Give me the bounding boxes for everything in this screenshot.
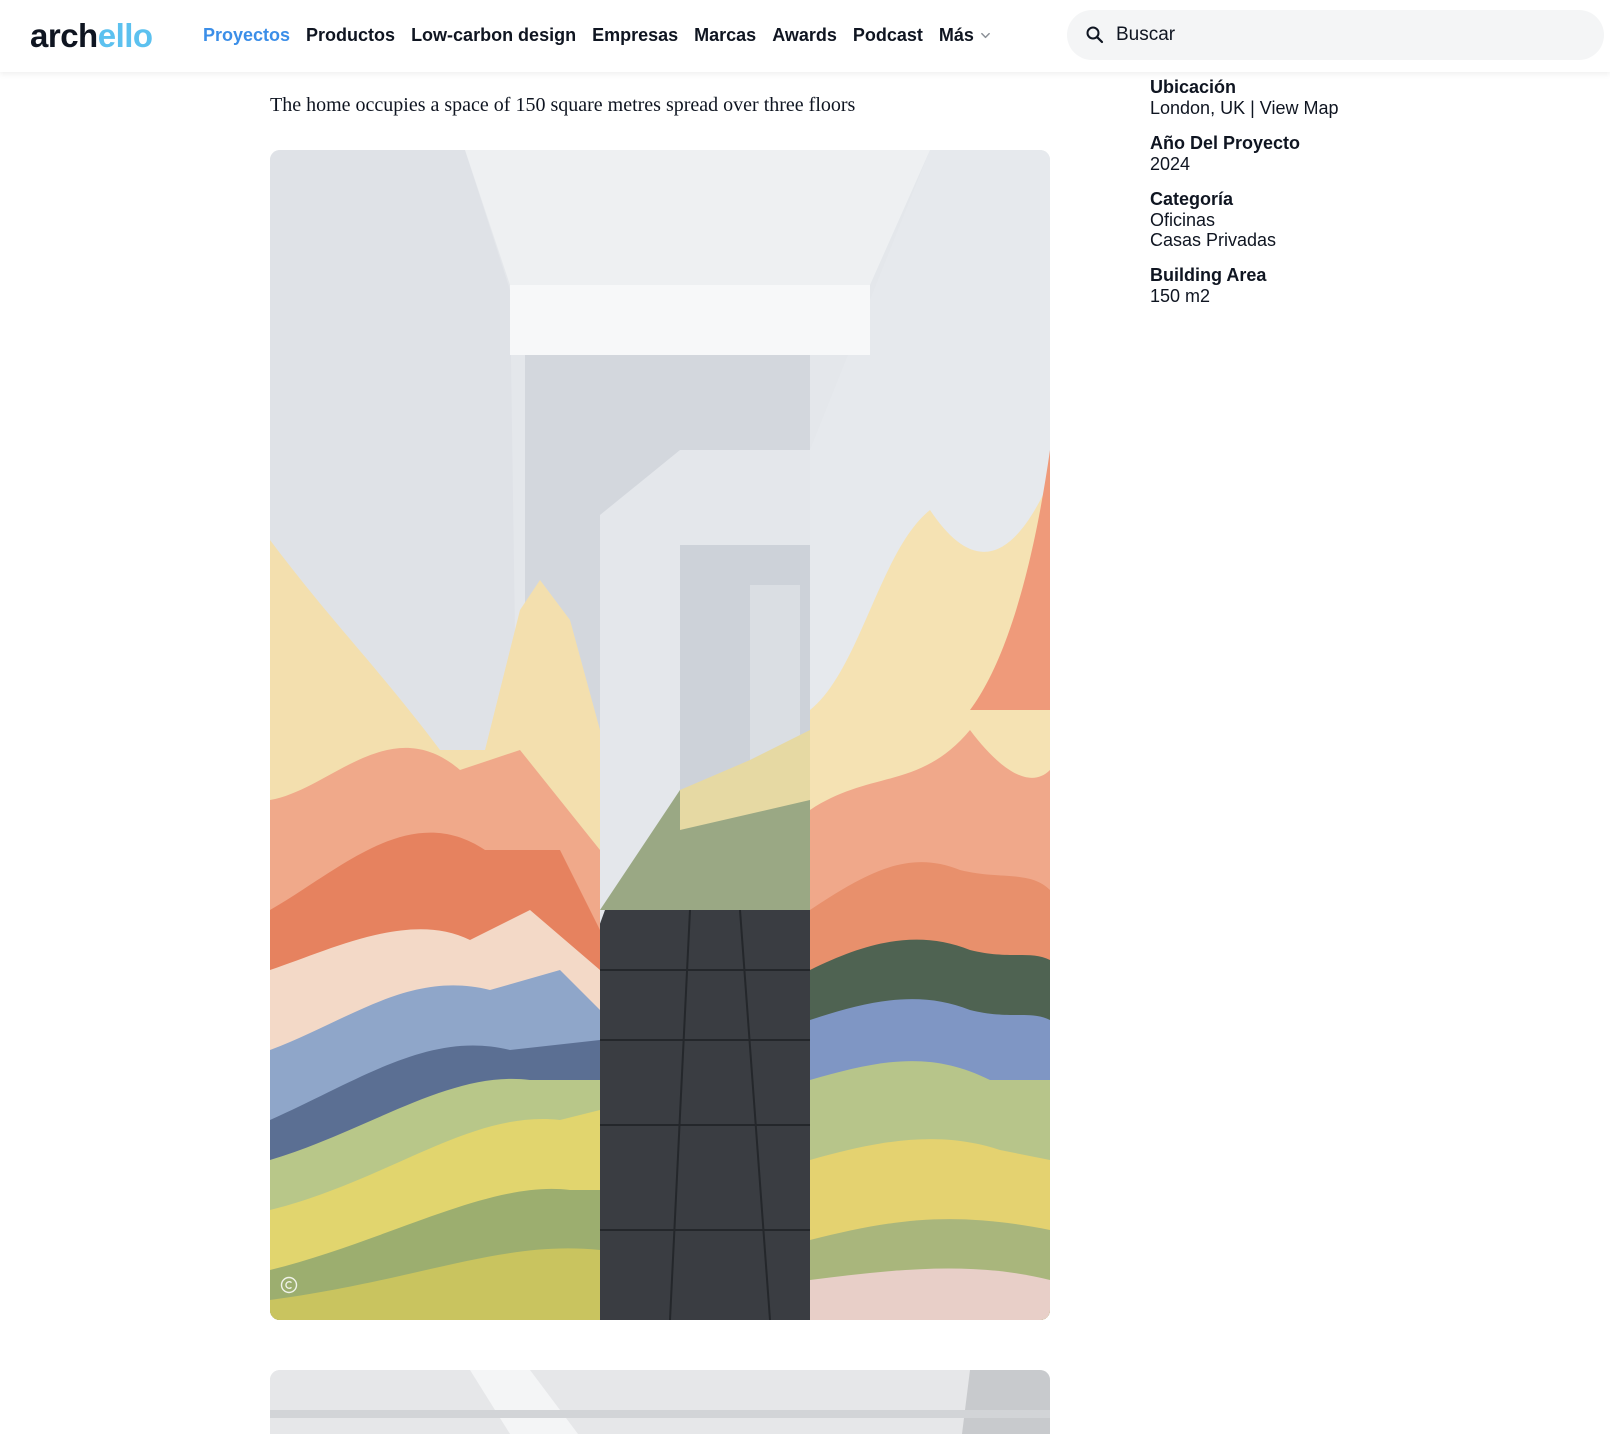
- nav-item-productos[interactable]: Productos: [306, 22, 395, 48]
- copyright-icon: [280, 1276, 298, 1294]
- nav-item-low-carbon-design[interactable]: Low-carbon design: [411, 22, 576, 48]
- search-bar[interactable]: [1067, 10, 1604, 60]
- nav-item-mas-dropdown[interactable]: Más: [939, 22, 991, 48]
- project-details: Ubicación London, UK | View Map Año Del …: [1150, 76, 1550, 320]
- detail-year: Año Del Proyecto 2024: [1150, 132, 1550, 174]
- project-photo-hallway-mural[interactable]: [270, 150, 1050, 1320]
- category-label: Categoría: [1150, 189, 1234, 209]
- nav-label: Marcas: [694, 25, 757, 45]
- area-value: 150 m2: [1150, 286, 1211, 306]
- location-value: London, UK: [1150, 98, 1246, 118]
- nav-item-empresas[interactable]: Empresas: [592, 22, 678, 48]
- location-separator: |: [1245, 98, 1260, 118]
- area-label: Building Area: [1150, 265, 1267, 285]
- project-photo-2[interactable]: [270, 1370, 1050, 1434]
- logo-text-dark: arch: [30, 17, 98, 54]
- year-label: Año Del Proyecto: [1150, 133, 1301, 153]
- nav-label: Low-carbon design: [411, 25, 577, 45]
- chevron-down-icon: [981, 32, 990, 38]
- nav-label: Proyectos: [203, 25, 291, 45]
- category-link-casas-privadas[interactable]: Casas Privadas: [1150, 230, 1550, 250]
- main-nav: Proyectos Productos Low-carbon design Em…: [203, 22, 991, 48]
- detail-category: Categoría Oficinas Casas Privadas: [1150, 188, 1550, 250]
- nav-label: Podcast: [852, 25, 923, 45]
- year-value: 2024: [1150, 154, 1191, 174]
- logo-text-light: ello: [97, 17, 153, 54]
- archello-logo[interactable]: archello: [30, 14, 153, 58]
- location-label: Ubicación: [1150, 77, 1237, 97]
- search-icon[interactable]: [1085, 25, 1105, 45]
- nav-item-marcas[interactable]: Marcas: [694, 22, 756, 48]
- location-value-row: London, UK | View Map: [1150, 98, 1550, 118]
- nav-item-awards[interactable]: Awards: [772, 22, 837, 48]
- view-map-link[interactable]: View Map: [1260, 98, 1339, 118]
- nav-label: Empresas: [592, 25, 679, 45]
- hallway-mural-illustration: [270, 150, 1050, 1320]
- nav-label: Productos: [306, 25, 396, 45]
- image-caption: The home occupies a space of 150 square …: [270, 94, 856, 116]
- site-header: archello Proyectos Productos Low-carbon …: [0, 0, 1610, 72]
- nav-item-podcast[interactable]: Podcast: [853, 22, 923, 48]
- nav-item-proyectos[interactable]: Proyectos: [203, 22, 290, 48]
- nav-label: Awards: [772, 25, 837, 45]
- ceiling-illustration: [270, 1370, 1050, 1434]
- category-link-oficinas[interactable]: Oficinas: [1150, 210, 1550, 230]
- detail-location: Ubicación London, UK | View Map: [1150, 76, 1550, 118]
- nav-label: Más: [938, 25, 974, 45]
- search-input[interactable]: [1116, 20, 1576, 50]
- detail-building-area: Building Area 150 m2: [1150, 264, 1550, 306]
